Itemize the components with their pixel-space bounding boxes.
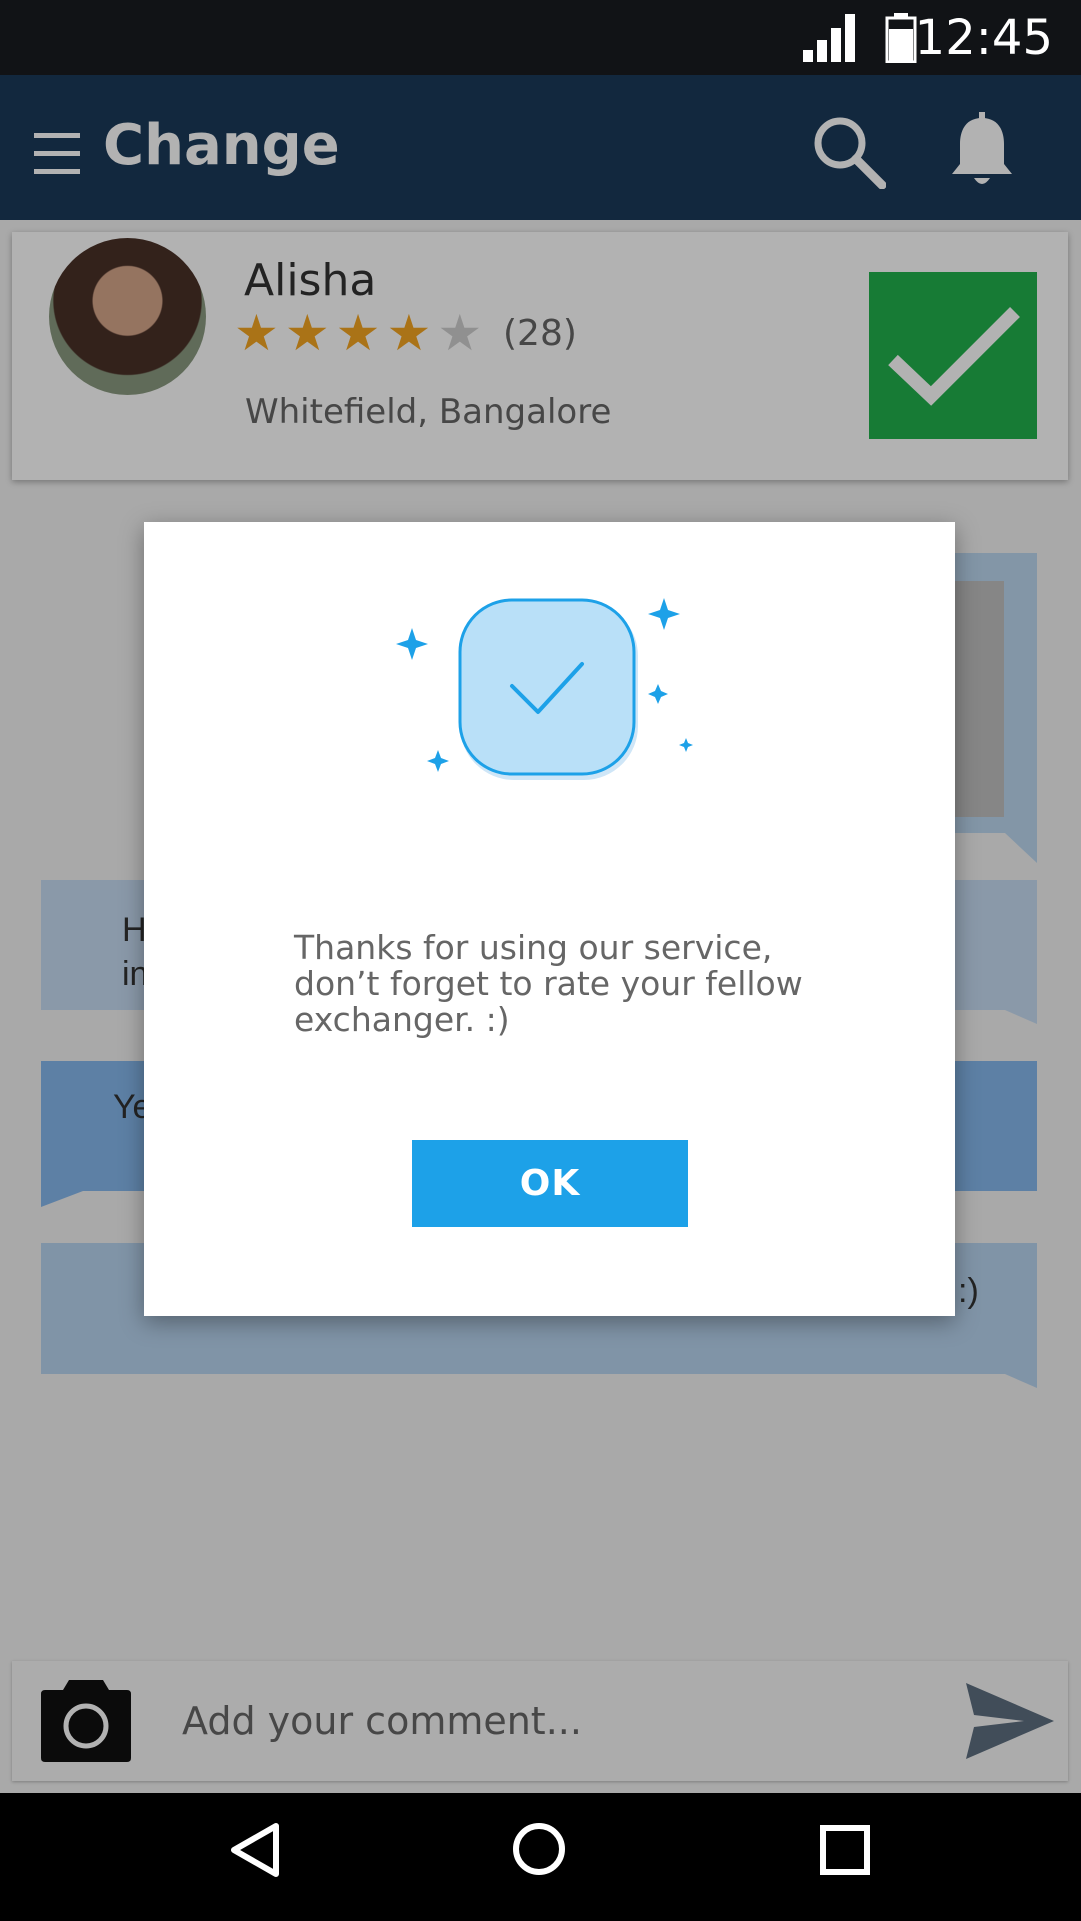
back-icon[interactable]	[228, 1822, 280, 1878]
ok-button[interactable]: OK	[412, 1140, 688, 1227]
battery-icon	[885, 13, 917, 63]
signal-icon	[803, 14, 855, 62]
recent-apps-icon[interactable]	[820, 1825, 870, 1875]
status-time: 12:45	[914, 10, 1053, 66]
success-checkmark-icon	[396, 598, 693, 780]
home-icon[interactable]	[512, 1822, 566, 1876]
dialog-message: Thanks for using our service, don’t forg…	[294, 928, 803, 1039]
